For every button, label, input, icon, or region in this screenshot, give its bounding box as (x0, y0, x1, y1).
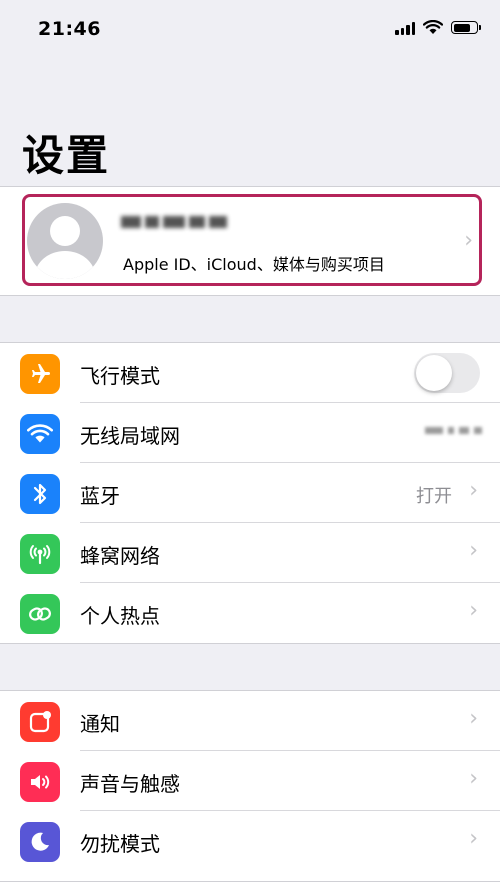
wifi-status-icon (423, 20, 443, 34)
notifications-icon (20, 702, 60, 742)
do-not-disturb-label: 勿扰模式 (80, 832, 160, 856)
wifi-network-redacted (425, 427, 482, 434)
chevron-right-icon: › (469, 598, 478, 623)
chevron-right-icon: › (469, 478, 478, 503)
notifications-section: 通知 › 声音与触感 › 勿扰模式 › (0, 690, 500, 882)
notifications-row[interactable]: 通知 › (0, 691, 500, 751)
cellular-label: 蜂窝网络 (80, 544, 160, 568)
avatar (27, 203, 103, 279)
airplane-mode-label: 飞行模式 (80, 364, 160, 388)
chevron-right-icon: › (469, 826, 478, 851)
profile-section: Apple ID、iCloud、媒体与购买项目 › (0, 186, 500, 296)
do-not-disturb-row[interactable]: 勿扰模式 › (0, 811, 500, 871)
airplane-mode-toggle[interactable] (414, 353, 480, 393)
wifi-icon (20, 414, 60, 454)
notifications-label: 通知 (80, 712, 120, 736)
hotspot-icon (20, 594, 60, 634)
chevron-right-icon: › (469, 706, 478, 731)
chevron-right-icon: › (464, 228, 473, 253)
battery-icon (451, 21, 481, 34)
wifi-row[interactable]: 无线局域网 (0, 403, 500, 463)
sounds-row[interactable]: 声音与触感 › (0, 751, 500, 811)
status-icons (395, 20, 481, 35)
page-title: 设置 (22, 131, 111, 180)
bluetooth-label: 蓝牙 (80, 484, 120, 508)
profile-name-redacted (121, 211, 227, 233)
status-bar: 21:46 (0, 0, 500, 60)
airplane-mode-row[interactable]: 飞行模式 (0, 343, 500, 403)
bluetooth-icon (20, 474, 60, 514)
apple-id-profile-row[interactable]: Apple ID、iCloud、媒体与购买项目 › (22, 194, 482, 286)
hotspot-row[interactable]: 个人热点 › (0, 583, 500, 643)
moon-icon (20, 822, 60, 862)
sounds-icon (20, 762, 60, 802)
sounds-label: 声音与触感 (80, 772, 180, 796)
cellular-signal-icon (395, 21, 415, 35)
chevron-right-icon: › (469, 766, 478, 791)
status-time: 21:46 (38, 18, 101, 40)
wifi-label: 无线局域网 (80, 424, 180, 448)
bluetooth-status: 打开 (416, 486, 452, 507)
cellular-row[interactable]: 蜂窝网络 › (0, 523, 500, 583)
profile-subtitle: Apple ID、iCloud、媒体与购买项目 (123, 255, 385, 274)
bluetooth-row[interactable]: 蓝牙 打开 › (0, 463, 500, 523)
chevron-right-icon: › (469, 538, 478, 563)
airplane-icon (20, 354, 60, 394)
connectivity-section: 飞行模式 无线局域网 蓝牙 打开 › 蜂窝网络 › 个人热点 › (0, 342, 500, 644)
cellular-icon (20, 534, 60, 574)
hotspot-label: 个人热点 (80, 604, 160, 628)
